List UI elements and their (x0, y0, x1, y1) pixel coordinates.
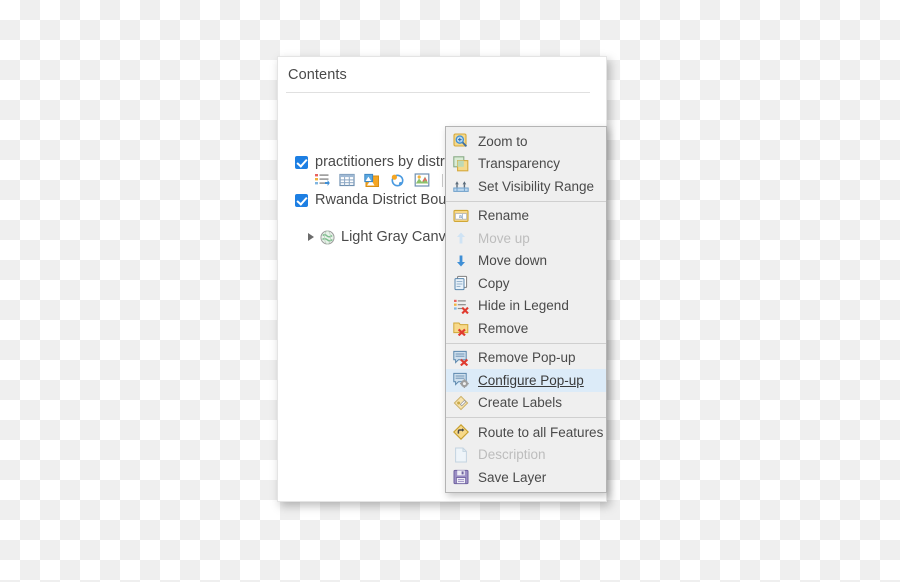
chevron-right-icon[interactable] (308, 233, 314, 241)
legend-icon[interactable] (314, 172, 330, 188)
menu-item-rename[interactable]: a| Rename (446, 205, 606, 228)
layer-row-rwanda-district[interactable]: Rwanda District Bound (295, 193, 463, 208)
layer-label: Rwanda District Bound (315, 192, 463, 208)
menu-item-set-visibility-range[interactable]: Set Visibility Range (446, 175, 606, 198)
layer-context-menu: Zoom to Transparency Set Visibility Rang (445, 126, 607, 493)
menu-item-label: Create Labels (478, 395, 563, 410)
remove-popup-icon (453, 350, 469, 366)
configure-popup-icon (453, 372, 469, 389)
change-style-icon[interactable] (364, 172, 380, 188)
panel-title: Contents (288, 67, 347, 83)
rename-icon: a| (453, 208, 469, 224)
description-icon (453, 447, 469, 463)
menu-item-move-down[interactable]: Move down (446, 250, 606, 273)
menu-item-transparency[interactable]: Transparency (446, 153, 606, 176)
route-icon (453, 424, 469, 441)
menu-item-zoom-to[interactable]: Zoom to (446, 130, 606, 153)
zoom-to-icon (453, 133, 469, 149)
menu-item-label: Route to all Features (478, 424, 604, 440)
basemap-label: Light Gray Canvas (341, 229, 462, 245)
menu-item-remove[interactable]: Remove (446, 317, 606, 340)
menu-item-label: Rename (478, 208, 530, 223)
menu-item-move-up: Move up (446, 227, 606, 250)
menu-item-label: Move up (478, 230, 530, 246)
menu-item-label: Configure Pop-up (478, 372, 584, 388)
menu-item-label: Save Layer (478, 469, 547, 485)
table-icon[interactable] (339, 172, 355, 188)
menu-item-copy[interactable]: Copy (446, 272, 606, 295)
menu-separator (446, 417, 606, 418)
layer-visibility-checkbox[interactable] (295, 155, 308, 169)
menu-item-label: Remove Pop-up (478, 350, 576, 365)
menu-item-label: Transparency (478, 156, 561, 171)
remove-icon (453, 320, 469, 337)
arrow-up-icon (453, 230, 469, 246)
menu-item-label: Set Visibility Range (478, 178, 595, 194)
filter-icon[interactable] (389, 172, 405, 188)
menu-item-label: Move down (478, 253, 548, 268)
layer-row-practitioners[interactable]: practitioners by district (295, 155, 459, 170)
menu-item-route-to-all-features[interactable]: Route to all Features (446, 421, 606, 444)
menu-item-hide-in-legend[interactable]: Hide in Legend (446, 295, 606, 318)
menu-item-description: Description (446, 444, 606, 467)
basemap-row[interactable]: Light Gray Canvas (308, 229, 461, 245)
menu-item-create-labels[interactable]: Create Labels (446, 392, 606, 415)
menu-item-label: Hide in Legend (478, 298, 569, 313)
menu-item-label: Zoom to (478, 133, 528, 149)
save-layer-icon (453, 469, 469, 485)
create-labels-icon (453, 395, 469, 411)
menu-separator (446, 200, 606, 202)
layer-visibility-checkbox[interactable] (295, 193, 308, 207)
visibility-range-icon (453, 178, 469, 194)
layer-label: practitioners by district (315, 154, 460, 170)
globe-icon (320, 229, 335, 245)
analysis-icon[interactable] (414, 172, 430, 188)
menu-item-save-layer[interactable]: Save Layer (446, 466, 606, 489)
panel-title-divider (286, 92, 590, 93)
menu-item-label: Copy (478, 275, 510, 291)
svg-text:a|: a| (459, 214, 463, 220)
menu-item-remove-popup[interactable]: Remove Pop-up (446, 347, 606, 370)
arrow-down-icon (453, 253, 469, 269)
menu-item-label: Remove (478, 320, 529, 336)
copy-icon (453, 275, 469, 291)
menu-item-configure-popup[interactable]: Configure Pop-up (446, 369, 606, 392)
menu-item-label: Description (478, 447, 546, 462)
hide-in-legend-icon (453, 298, 469, 314)
menu-separator (446, 342, 606, 344)
tool-separator (442, 173, 443, 187)
transparency-icon (453, 156, 469, 172)
